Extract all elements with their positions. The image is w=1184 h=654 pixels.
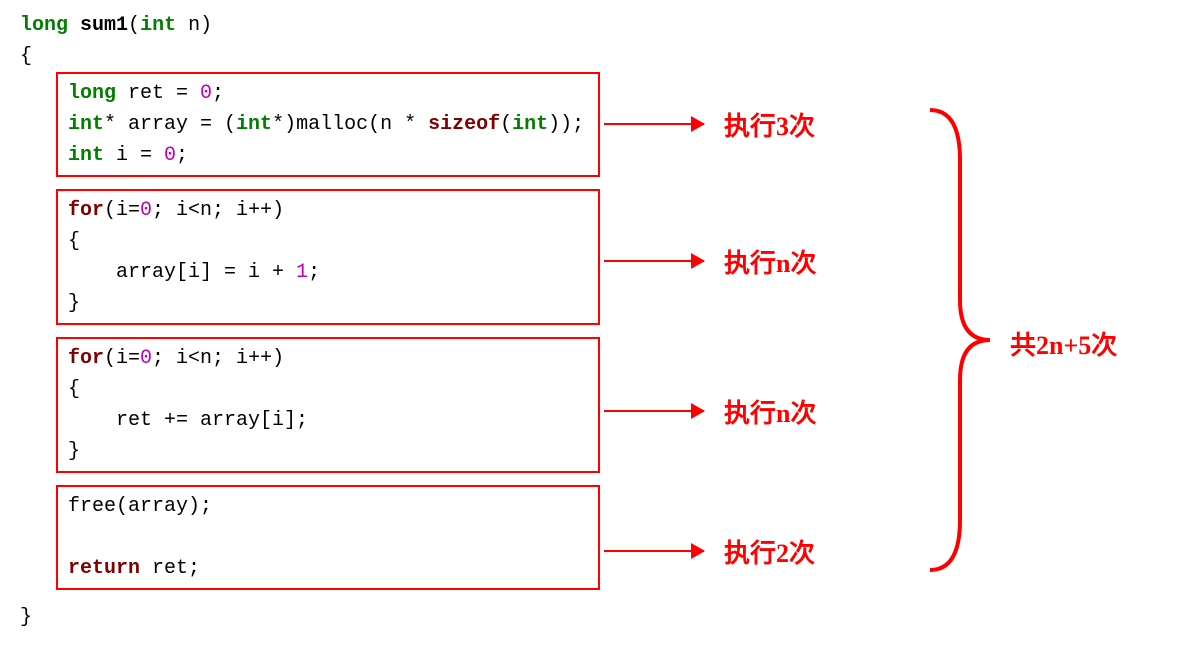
- type-int: int: [140, 14, 176, 37]
- arrow-2: [604, 260, 704, 262]
- func-name: sum1: [80, 14, 128, 37]
- annotation-2: 执行n次: [724, 244, 816, 284]
- code-block-3: for(i=0; i<n; i++) { ret += array[i]; }: [56, 337, 600, 473]
- function-signature: long sum1(int n): [20, 10, 600, 41]
- arrow-1: [604, 123, 704, 125]
- close-brace: }: [20, 602, 600, 633]
- diagram-root: long sum1(int n) { long ret = 0; int* ar…: [10, 10, 1184, 644]
- annotation-4: 执行2次: [724, 534, 815, 574]
- annotation-3: 执行n次: [724, 394, 816, 434]
- param-name: n: [188, 14, 200, 37]
- code-block-1: long ret = 0; int* array = (int*)malloc(…: [56, 72, 600, 177]
- open-brace: {: [20, 41, 600, 72]
- curly-brace-icon: [920, 100, 1000, 580]
- annotation-total: 共2n+5次: [1010, 326, 1117, 366]
- type-long: long: [20, 14, 68, 37]
- code-block-2: for(i=0; i<n; i++) { array[i] = i + 1; }: [56, 189, 600, 325]
- arrow-3: [604, 410, 704, 412]
- code-area: long sum1(int n) { long ret = 0; int* ar…: [20, 10, 600, 633]
- arrow-4: [604, 550, 704, 552]
- code-block-4: free(array); return ret;: [56, 485, 600, 590]
- annotation-1: 执行3次: [724, 107, 815, 147]
